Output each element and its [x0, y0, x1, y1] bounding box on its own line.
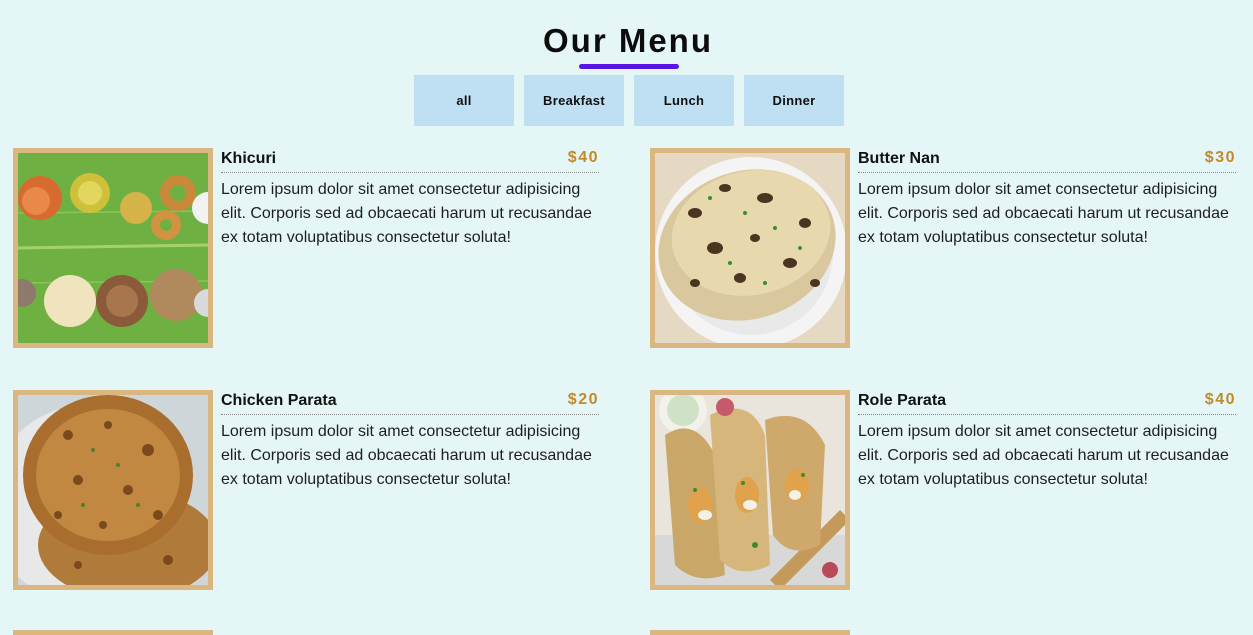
item-photo-khicuri [13, 148, 213, 348]
item-photo-chicken-parata [13, 390, 213, 590]
next-item-photo-border [650, 630, 850, 635]
menu-title-section: Our Menu [0, 20, 1253, 62]
title-underline [579, 64, 679, 69]
filter-button-breakfast[interactable]: Breakfast [524, 75, 624, 126]
item-description: Lorem ipsum dolor sit amet consectetur a… [858, 423, 1229, 488]
item-info: Butter Nan $30 Lorem ipsum dolor sit ame… [858, 148, 1236, 250]
menu-item-khicuri: Khicuri $40 Lorem ipsum dolor sit amet c… [13, 148, 599, 348]
item-header: Role Parata $40 [858, 390, 1236, 415]
item-info: Chicken Parata $20 Lorem ipsum dolor sit… [221, 390, 599, 492]
filter-button-all[interactable]: all [414, 75, 514, 126]
menu-item-chicken-parata: Chicken Parata $20 Lorem ipsum dolor sit… [13, 390, 599, 590]
page-title: Our Menu [543, 22, 713, 59]
item-header: Butter Nan $30 [858, 148, 1236, 173]
item-info: Khicuri $40 Lorem ipsum dolor sit amet c… [221, 148, 599, 250]
next-item-photo-border [13, 630, 213, 635]
filter-button-dinner[interactable]: Dinner [744, 75, 844, 126]
filter-button-lunch[interactable]: Lunch [634, 75, 734, 126]
item-photo-role-parata [650, 390, 850, 590]
item-header: Chicken Parata $20 [221, 390, 599, 415]
item-name: Khicuri [221, 150, 277, 167]
item-description: Lorem ipsum dolor sit amet consectetur a… [221, 181, 592, 246]
item-info: Role Parata $40 Lorem ipsum dolor sit am… [858, 390, 1236, 492]
item-price: $30 [1204, 149, 1236, 166]
item-photo-butter-nan [650, 148, 850, 348]
item-price: $40 [567, 149, 599, 166]
item-name: Chicken Parata [221, 392, 337, 409]
item-price: $20 [567, 391, 599, 408]
item-description: Lorem ipsum dolor sit amet consectetur a… [858, 181, 1229, 246]
menu-item-role-parata: Role Parata $40 Lorem ipsum dolor sit am… [650, 390, 1236, 590]
item-header: Khicuri $40 [221, 148, 599, 173]
item-description: Lorem ipsum dolor sit amet consectetur a… [221, 423, 592, 488]
menu-item-butter-nan: Butter Nan $30 Lorem ipsum dolor sit ame… [650, 148, 1236, 348]
item-price: $40 [1204, 391, 1236, 408]
item-name: Role Parata [858, 392, 947, 409]
item-name: Butter Nan [858, 150, 940, 167]
